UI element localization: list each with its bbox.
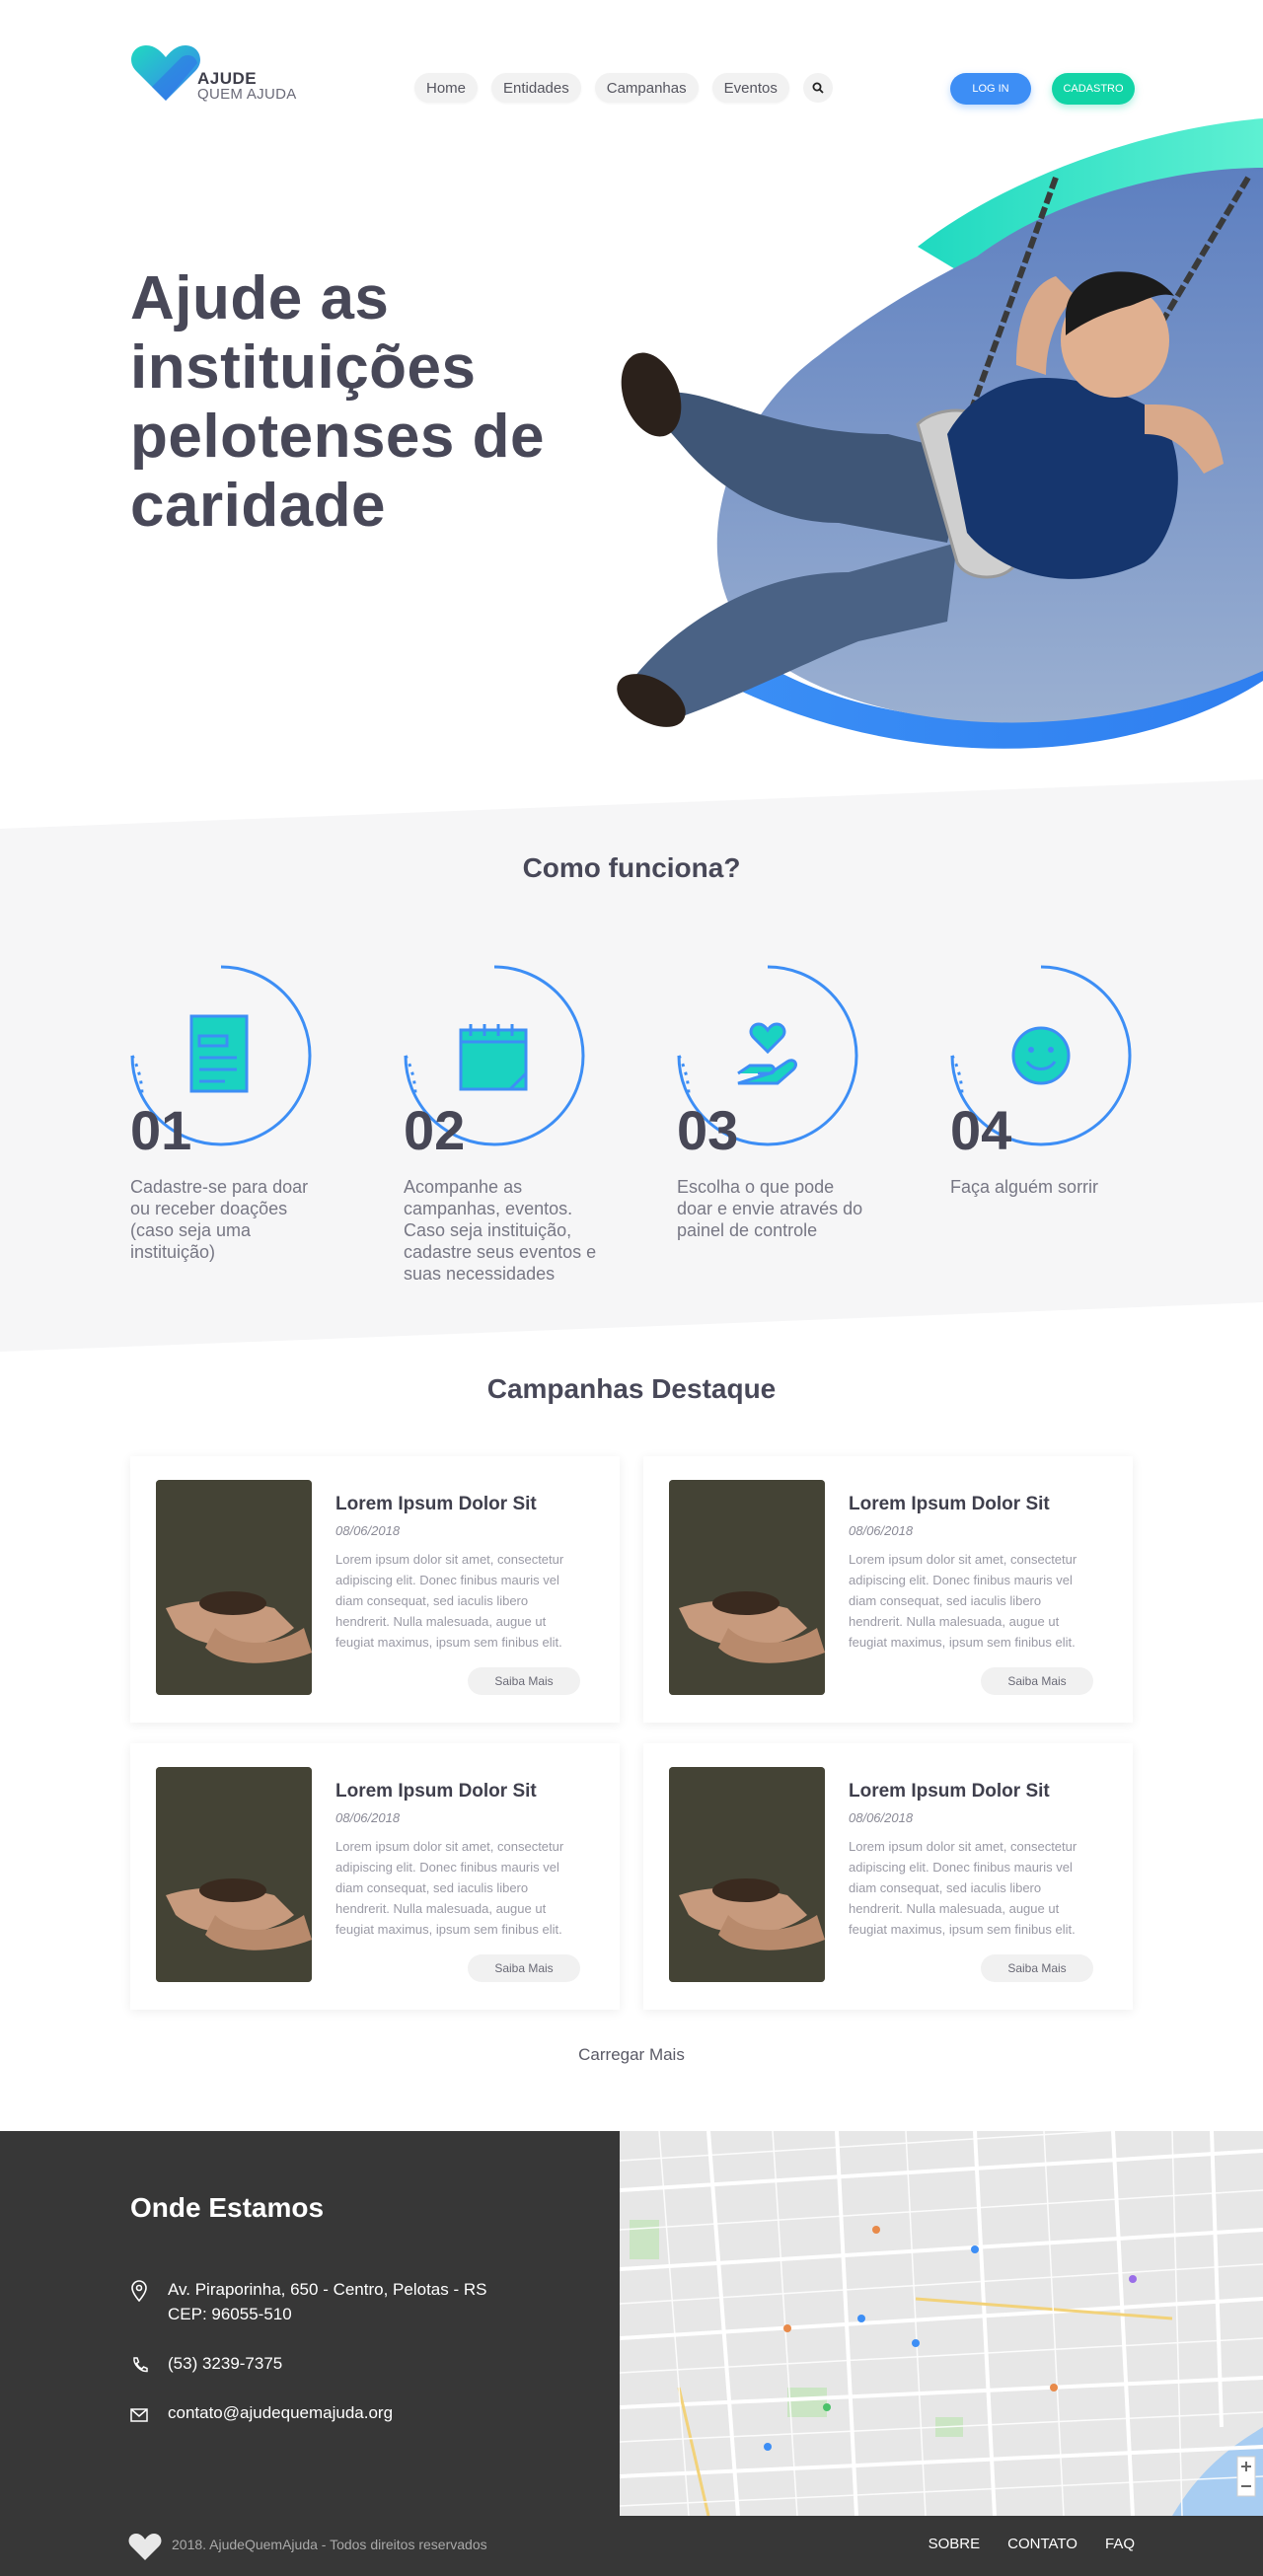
step-1: 01 Cadastre-se para doar ou receber doaç… <box>130 965 328 1281</box>
saiba-mais-button[interactable]: Saiba Mais <box>981 1954 1093 1982</box>
footer-link-contato[interactable]: CONTATO <box>1007 2536 1077 2552</box>
campaign-image <box>156 1767 312 1982</box>
campaign-date: 08/06/2018 <box>335 1523 401 1538</box>
step-3-number: 03 <box>677 1099 739 1161</box>
campaign-date: 08/06/2018 <box>849 1523 914 1538</box>
campaign-date: 08/06/2018 <box>335 1810 401 1825</box>
saiba-mais-button[interactable]: Saiba Mais <box>468 1667 580 1695</box>
campaigns-title: Campanhas Destaque <box>486 1373 777 1404</box>
search-icon <box>812 82 824 94</box>
main-nav: Home Entidades Campanhas Eventos <box>414 73 833 103</box>
campaign-title[interactable]: Lorem Ipsum Dolor Sit <box>849 1781 1050 1803</box>
nav-entidades[interactable]: Entidades <box>491 73 581 103</box>
footer-link-faq[interactable]: FAQ <box>1105 2536 1135 2552</box>
phone-row: (53) 3239-7375 <box>130 2351 282 2376</box>
step-3-text: Escolha o que pode doar e envie através … <box>677 1177 863 1240</box>
login-button[interactable]: LOG IN <box>950 73 1031 105</box>
campaign-card: Lorem Ipsum Dolor Sit 08/06/2018 Lorem i… <box>643 1743 1133 2010</box>
step-4: 04 Faça alguém sorrir <box>950 965 1148 1281</box>
nav-campanhas[interactable]: Campanhas <box>594 73 699 103</box>
campaign-image <box>156 1480 312 1695</box>
campaign-title[interactable]: Lorem Ipsum Dolor Sit <box>335 1494 537 1515</box>
step-2-number: 02 <box>404 1099 466 1161</box>
address-line-2: CEP: 96055-510 <box>168 2305 292 2323</box>
how-title: Como funciona? <box>522 852 741 883</box>
heart-hand-icon <box>737 1022 797 1085</box>
nav-home[interactable]: Home <box>414 73 479 103</box>
campaign-card: Lorem Ipsum Dolor Sit 08/06/2018 Lorem i… <box>130 1456 620 1723</box>
email-row: contato@ajudequemajuda.org <box>130 2400 393 2425</box>
phone-icon <box>133 2357 148 2373</box>
campaign-description: Lorem ipsum dolor sit amet, consectetur … <box>335 1839 564 1937</box>
campaign-card: Lorem Ipsum Dolor Sit 08/06/2018 Lorem i… <box>130 1743 620 2010</box>
campaign-description: Lorem ipsum dolor sit amet, consectetur … <box>849 1839 1077 1937</box>
header: AJUDE QUEM AJUDA Home Entidades Campanha… <box>0 0 1263 128</box>
location-pin-icon <box>131 2280 147 2302</box>
step-1-number: 01 <box>130 1099 192 1161</box>
campaign-title[interactable]: Lorem Ipsum Dolor Sit <box>849 1494 1050 1515</box>
footer-heart-icon <box>128 2534 162 2560</box>
location-title: Onde Estamos <box>130 2192 325 2223</box>
email-address[interactable]: contato@ajudequemajuda.org <box>168 2400 393 2425</box>
campaign-image <box>669 1480 825 1695</box>
document-icon <box>189 1014 249 1093</box>
step-4-text: Faça alguém sorrir <box>950 1177 1099 1197</box>
footer-link-sobre[interactable]: SOBRE <box>929 2536 981 2552</box>
campaign-card: Lorem Ipsum Dolor Sit 08/06/2018 Lorem i… <box>643 1456 1133 1723</box>
logo-heart-icon <box>131 45 200 101</box>
load-more-link[interactable]: Carregar Mais <box>0 2045 1263 2065</box>
footer-copyright: 2018. AjudeQuemAjuda - Todos direitos re… <box>172 2537 487 2552</box>
campaign-title[interactable]: Lorem Ipsum Dolor Sit <box>335 1781 537 1803</box>
phone-number[interactable]: (53) 3239-7375 <box>168 2351 282 2376</box>
search-button[interactable] <box>802 73 833 103</box>
step-4-number: 04 <box>950 1099 1012 1161</box>
location-map[interactable] <box>620 2131 1263 2516</box>
logo[interactable]: AJUDE QUEM AJUDA <box>130 41 308 105</box>
footer-nav: SOBRE CONTATO FAQ <box>929 2536 1135 2552</box>
footer: 2018. AjudeQuemAjuda - Todos direitos re… <box>0 2516 1263 2576</box>
step-2: 02 Acompanhe as campanhas, eventos. Caso… <box>404 965 601 1284</box>
step-3: 03 Escolha o que pode doar e envie atrav… <box>677 965 874 1281</box>
saiba-mais-button[interactable]: Saiba Mais <box>468 1954 580 1982</box>
signup-button[interactable]: CADASTRO <box>1052 73 1135 105</box>
saiba-mais-button[interactable]: Saiba Mais <box>981 1667 1093 1695</box>
hero-title: Ajude as instituições pelotenses de cari… <box>130 264 545 540</box>
address-line-1: Av. Piraporinha, 650 - Centro, Pelotas -… <box>168 2280 487 2299</box>
logo-text-secondary: QUEM AJUDA <box>197 86 297 103</box>
address-row: Av. Piraporinha, 650 - Centro, Pelotas -… <box>130 2277 486 2326</box>
hero-illustration <box>617 118 1263 749</box>
mail-icon <box>130 2408 148 2422</box>
campaign-description: Lorem ipsum dolor sit amet, consectetur … <box>335 1552 564 1650</box>
step-2-text: Acompanhe as campanhas, eventos. Caso se… <box>404 1177 597 1284</box>
calendar-icon <box>459 1024 528 1091</box>
campaign-image <box>669 1767 825 1982</box>
smile-icon <box>1011 1026 1071 1085</box>
nav-eventos[interactable]: Eventos <box>711 73 789 103</box>
step-1-text: Cadastre-se para doar ou receber doações… <box>130 1177 309 1262</box>
campaign-description: Lorem ipsum dolor sit amet, consectetur … <box>849 1552 1077 1650</box>
campaign-date: 08/06/2018 <box>849 1810 914 1825</box>
